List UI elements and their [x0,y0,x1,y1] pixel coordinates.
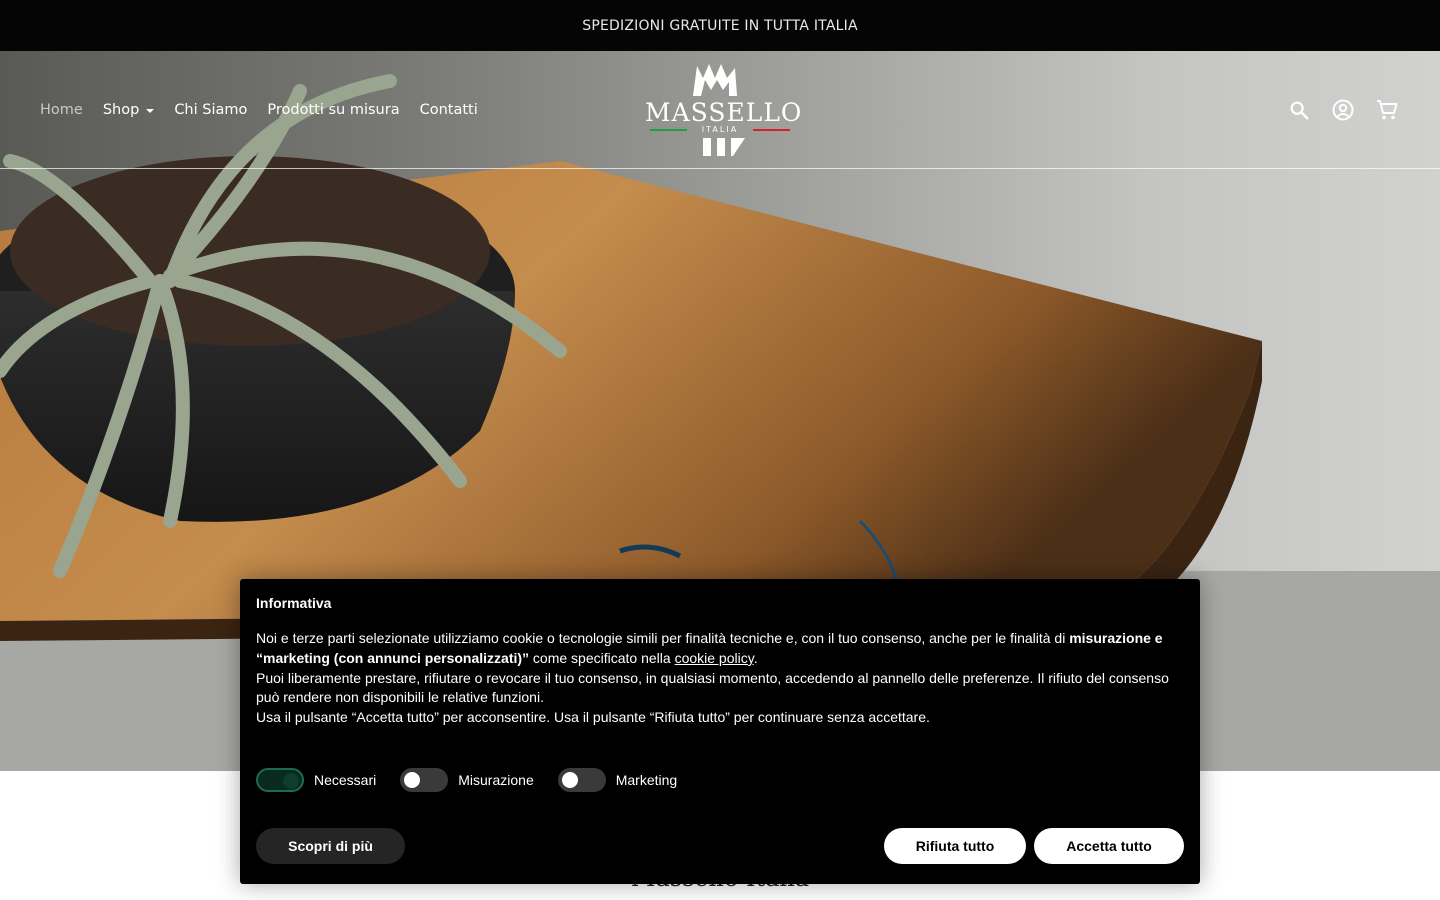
main-nav: Home Shop Chi Siamo Prodotti su misura C… [40,51,478,168]
search-icon[interactable] [1286,97,1312,123]
toggle-knob [283,773,299,789]
toggle-misurazione-label: Misurazione [458,772,534,788]
account-icon[interactable] [1330,97,1356,123]
logo-subtitle: ITALIA [701,125,739,134]
reject-all-button[interactable]: Rifiuta tutto [884,828,1026,864]
cookie-text-3: Usa il pulsante “Accetta tutto” per acco… [256,709,930,726]
cookie-policy-link[interactable]: cookie policy [675,650,754,666]
toggle-misurazione: Misurazione [400,768,534,792]
toggle-marketing-switch[interactable] [557,768,606,792]
site-logo[interactable]: MASSELLO ITALIA [645,58,803,162]
toggle-misurazione-switch[interactable] [400,768,449,792]
learn-more-button[interactable]: Scopri di più [256,828,405,864]
nav-prodotti-su-misura[interactable]: Prodotti su misura [267,102,399,118]
nav-home[interactable]: Home [40,102,83,118]
toggle-necessari-switch[interactable] [256,768,304,792]
cookie-text-2: Puoi liberamente prestare, rifiutare o r… [256,669,1169,706]
toggle-knob [404,772,421,788]
consent-toggles: Necessari Misurazione Marketing [256,768,677,792]
cookie-text-1b: come specificato nella [529,649,675,666]
toggle-marketing-label: Marketing [615,772,678,788]
nav-shop[interactable]: Shop [102,101,155,118]
header-icons [1286,51,1400,168]
cookie-text-1c: . [753,649,758,666]
toggle-necessari: Necessari [256,768,376,792]
announcement-text: SPEDIZIONI GRATUITE IN TUTTA ITALIA [582,17,858,34]
logo-name: MASSELLO [645,98,803,127]
cookie-text-1: Noi e terze parti selezionate utilizziam… [256,629,1184,669]
cookie-title: Informativa [256,595,332,611]
accept-all-button[interactable]: Accetta tutto [1034,828,1184,864]
toggle-knob [561,772,578,788]
nav-shop-label: Shop [102,101,140,118]
cookie-banner: Informativa Noi e terze parti selezionat… [240,579,1200,884]
nav-contatti[interactable]: Contatti [420,102,478,118]
announcement-bar: SPEDIZIONI GRATUITE IN TUTTA ITALIA [0,0,1440,51]
toggle-necessari-label: Necessari [314,772,377,788]
toggle-marketing: Marketing [557,768,678,792]
chevron-down-icon [146,108,155,113]
cart-icon[interactable] [1374,97,1400,123]
cookie-text-1a: Noi e terze parti selezionate utilizziam… [256,630,1070,646]
nav-chi-siamo[interactable]: Chi Siamo [174,102,247,118]
